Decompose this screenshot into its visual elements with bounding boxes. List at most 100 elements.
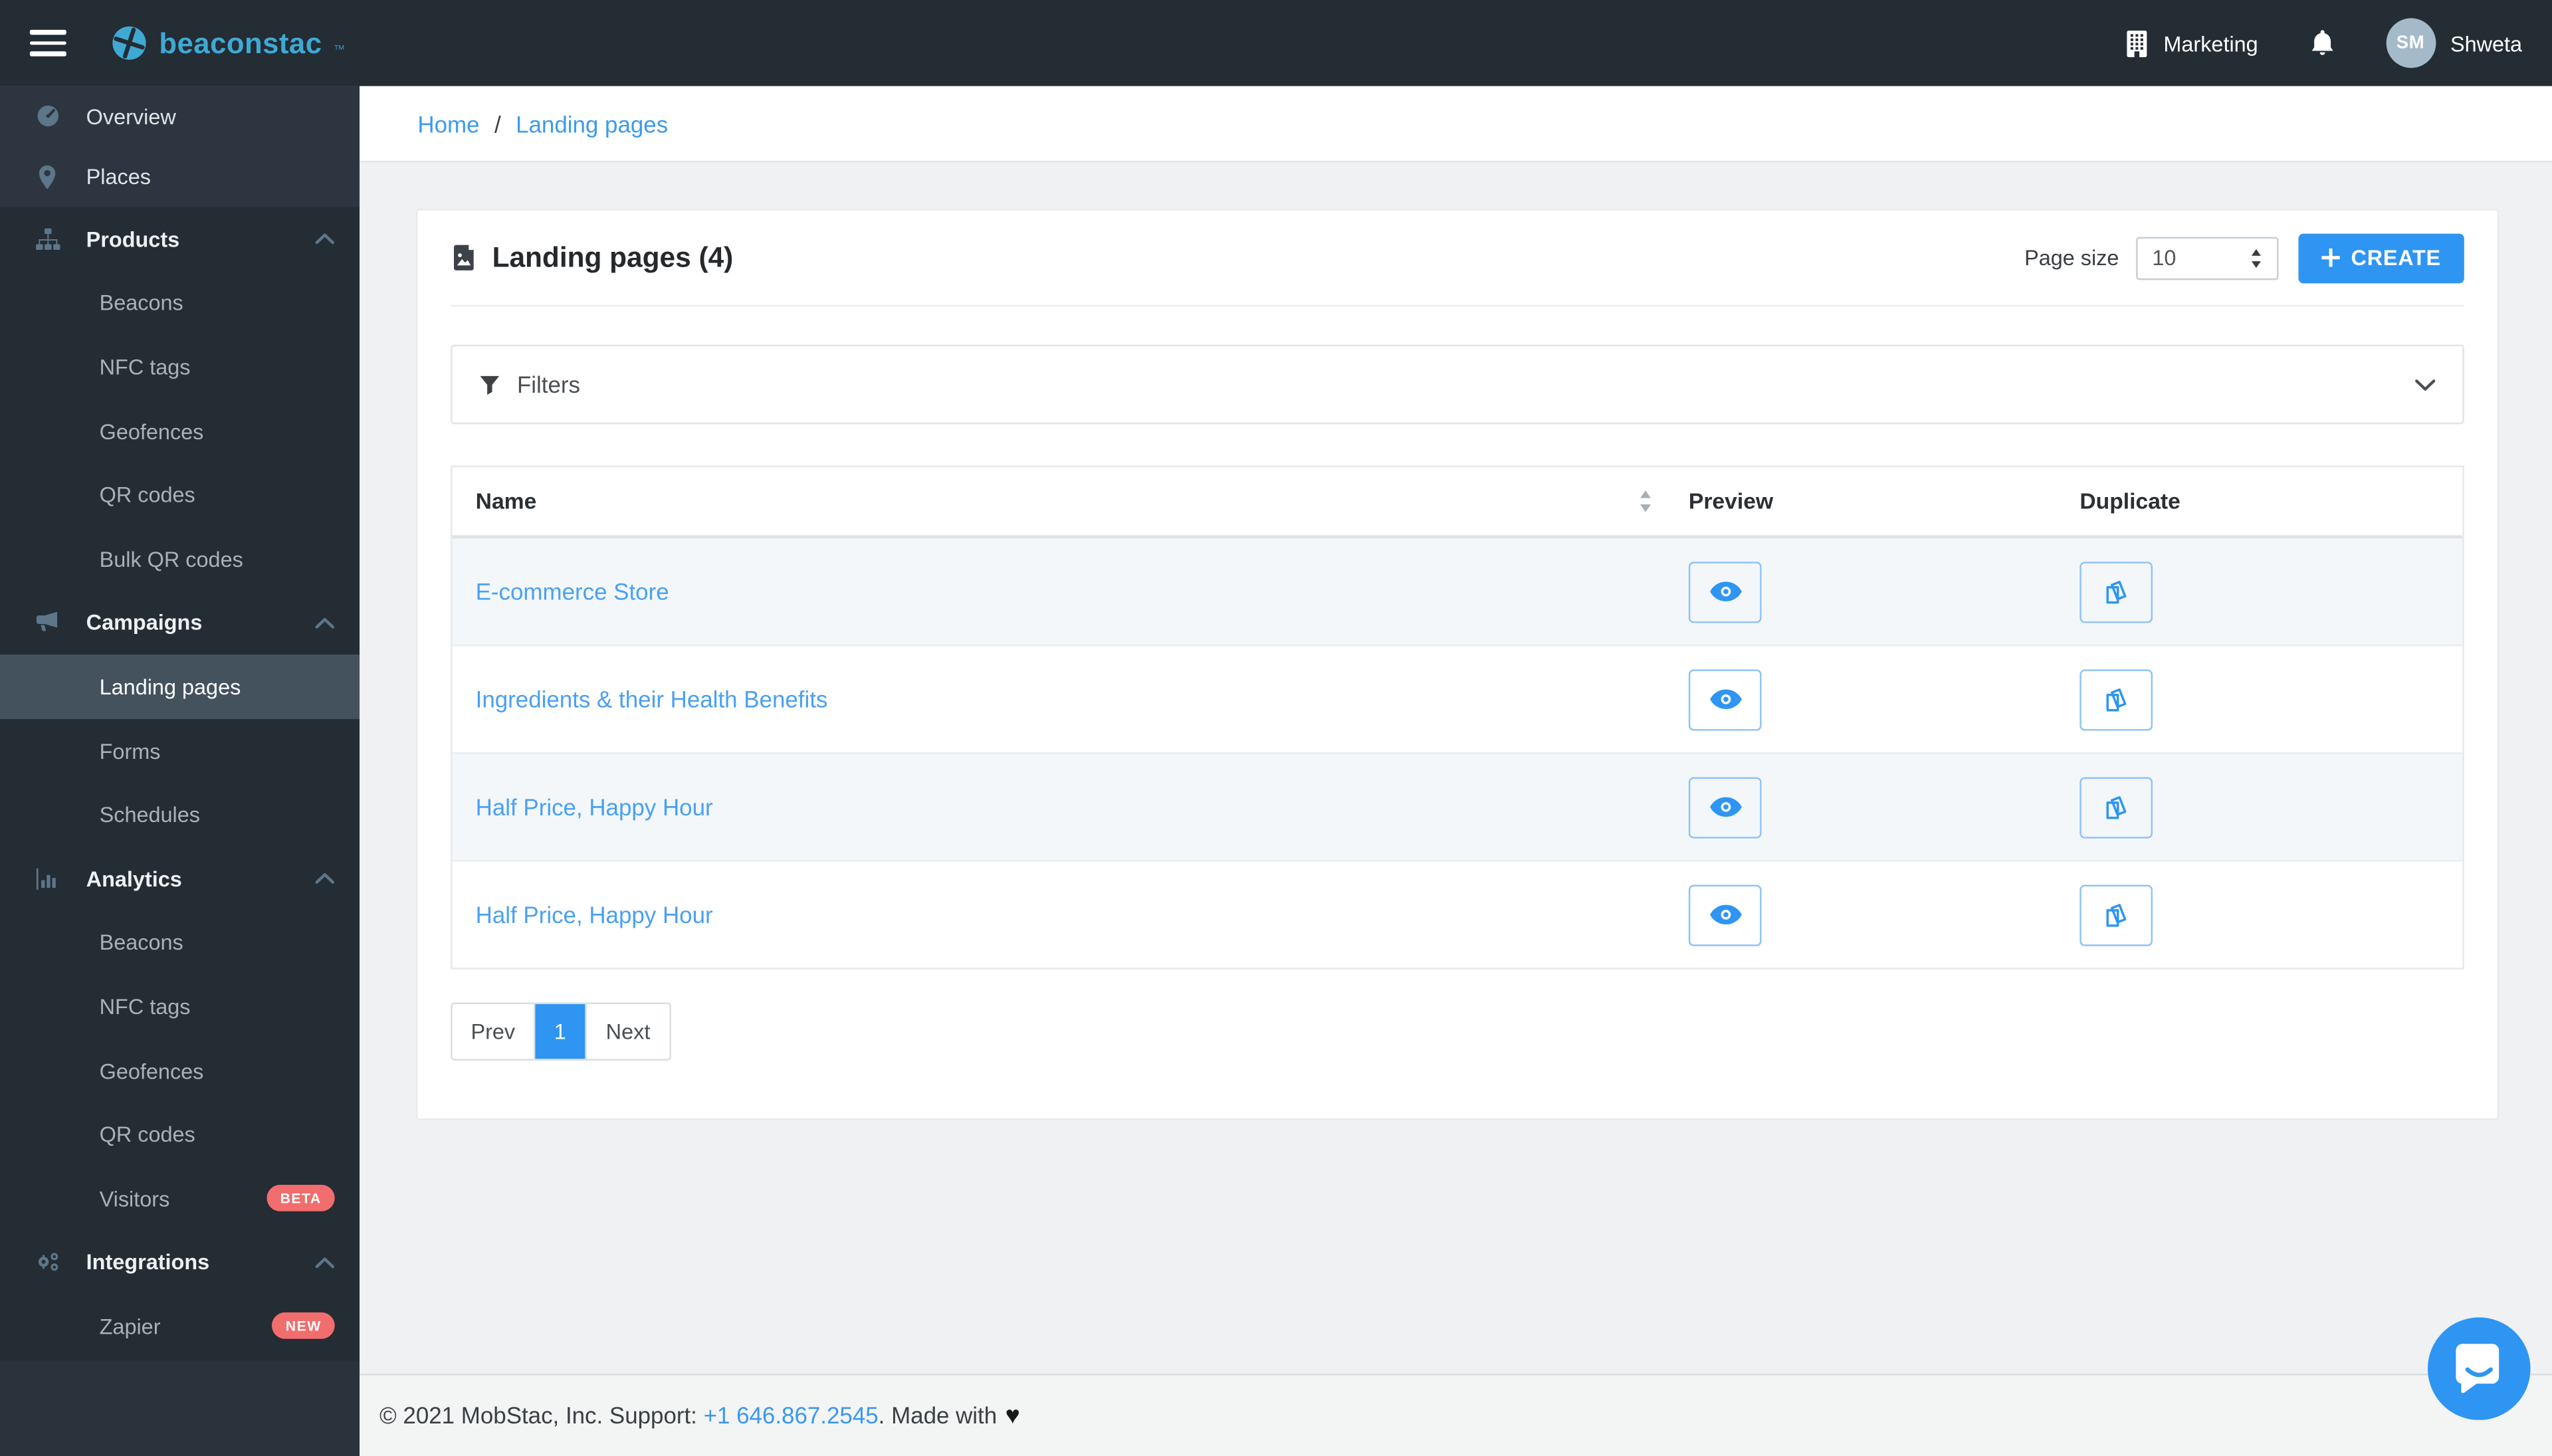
duplicate-button[interactable] xyxy=(2079,561,2153,623)
page-size-label: Page size xyxy=(2024,245,2119,270)
sidebar-top-group: Overview Places xyxy=(0,86,360,207)
sidebar-item-label: Zapier xyxy=(99,1314,161,1339)
table-row: E-commerce Store xyxy=(452,538,2463,647)
page-size-select[interactable]: 10 xyxy=(2135,236,2278,280)
sidebar-item-qr-codes[interactable]: QR codes xyxy=(0,463,360,527)
eye-icon xyxy=(1708,795,1743,819)
footer-suffix: . Made with xyxy=(878,1402,998,1429)
sidebar-item-nfc-tags[interactable]: NFC tags xyxy=(0,335,360,399)
landing-page-link[interactable]: Half Price, Happy Hour xyxy=(476,901,713,928)
menu-icon[interactable] xyxy=(29,29,66,56)
landing-page-link[interactable]: Half Price, Happy Hour xyxy=(476,793,713,820)
copy-icon xyxy=(2101,792,2131,822)
create-button-label: CREATE xyxy=(2351,245,2441,270)
top-bar: beaconstac ™ Marketing SM Shweta xyxy=(0,0,2552,86)
bar-chart-icon xyxy=(33,866,61,890)
sidebar-item-analytics-beacons[interactable]: Beacons xyxy=(0,910,360,974)
support-phone-link[interactable]: +1 646.867.2545 xyxy=(704,1402,879,1429)
sidebar-item-label: Geofences xyxy=(99,1058,204,1083)
sidebar-item-overview[interactable]: Overview xyxy=(0,86,360,147)
dashboard-icon xyxy=(33,103,61,130)
card-header: Landing pages (4) Page size 10 CREATE xyxy=(451,211,2464,307)
create-button[interactable]: CREATE xyxy=(2297,233,2464,283)
page-title: Landing pages (4) xyxy=(451,241,733,274)
page-content: Landing pages (4) Page size 10 CREATE Fi… xyxy=(360,162,2552,1373)
sidebar-item-label: Beacons xyxy=(99,930,183,956)
sidebar-item-analytics-geofences[interactable]: Geofences xyxy=(0,1039,360,1102)
sidebar-section-products[interactable]: Products xyxy=(0,207,360,271)
eye-icon xyxy=(1708,903,1743,926)
sidebar-item-landing-pages[interactable]: Landing pages xyxy=(0,655,360,719)
sidebar-item-schedules[interactable]: Schedules xyxy=(0,783,360,847)
sidebar-item-label: NFC tags xyxy=(99,354,191,379)
sidebar-section-label: Products xyxy=(86,227,180,252)
sidebar-item-bulk-qr-codes[interactable]: Bulk QR codes xyxy=(0,527,360,591)
sidebar-section-analytics[interactable]: Analytics xyxy=(0,847,360,910)
user-menu[interactable]: SM Shweta xyxy=(2385,18,2523,68)
breadcrumb-separator: / xyxy=(494,110,501,137)
chevron-up-icon xyxy=(315,1256,335,1269)
notifications-button[interactable] xyxy=(2308,28,2336,58)
pagination-page-1[interactable]: 1 xyxy=(535,1004,587,1059)
preview-button[interactable] xyxy=(1688,884,1762,946)
preview-button[interactable] xyxy=(1688,561,1762,623)
preview-button[interactable] xyxy=(1688,776,1762,838)
image-file-icon xyxy=(451,244,478,272)
sidebar-item-forms[interactable]: Forms xyxy=(0,719,360,783)
landing-pages-card: Landing pages (4) Page size 10 CREATE Fi… xyxy=(415,209,2499,1120)
organization-label: Marketing xyxy=(2163,31,2258,56)
sidebar: Overview Places Products Beacons NFC tag… xyxy=(0,86,360,1456)
table-row: Ingredients & their Health Benefits xyxy=(452,646,2463,754)
pagination-next-button[interactable]: Next xyxy=(586,1004,670,1059)
chat-launcher-button[interactable] xyxy=(2427,1317,2531,1420)
app-window: beaconstac ™ Marketing SM Shweta Overvie… xyxy=(0,0,2552,1456)
building-icon xyxy=(2124,29,2149,57)
bell-icon xyxy=(2308,28,2336,58)
funnel-icon xyxy=(479,373,500,395)
stepper-icon xyxy=(2250,248,2261,268)
pagination-prev-button[interactable]: Prev xyxy=(452,1004,536,1059)
table-row: Half Price, Happy Hour xyxy=(452,861,2463,968)
preview-button[interactable] xyxy=(1688,669,1762,730)
page-size-value: 10 xyxy=(2152,245,2177,270)
sidebar-section-integrations[interactable]: Integrations xyxy=(0,1230,360,1294)
column-header-preview: Preview xyxy=(1688,488,1774,514)
sidebar-item-analytics-qr-codes[interactable]: QR codes xyxy=(0,1102,360,1166)
breadcrumb-landing-pages-link[interactable]: Landing pages xyxy=(516,110,668,137)
sidebar-section-label: Integrations xyxy=(86,1249,210,1275)
page-title-text: Landing pages (4) xyxy=(492,241,734,273)
landing-pages-table: Name Preview Duplicate E-commerce Store xyxy=(451,465,2464,970)
column-header-name: Name xyxy=(475,488,537,514)
sidebar-item-label: Places xyxy=(86,164,151,189)
landing-page-link[interactable]: E-commerce Store xyxy=(476,578,669,605)
breadcrumb-home-link[interactable]: Home xyxy=(417,110,479,137)
sidebar-footer-panel xyxy=(0,1360,360,1456)
sidebar-item-beacons[interactable]: Beacons xyxy=(0,271,360,335)
organization-switcher[interactable]: Marketing xyxy=(2124,29,2258,57)
user-name: Shweta xyxy=(2450,31,2523,56)
sort-icon[interactable] xyxy=(1639,490,1652,512)
table-row: Half Price, Happy Hour xyxy=(452,754,2463,862)
chevron-down-icon xyxy=(2414,377,2436,391)
copy-icon xyxy=(2101,577,2131,607)
sidebar-item-places[interactable]: Places xyxy=(0,147,360,207)
duplicate-button[interactable] xyxy=(2079,669,2153,730)
sidebar-item-geofences[interactable]: Geofences xyxy=(0,399,360,463)
megaphone-icon xyxy=(33,611,61,635)
duplicate-button[interactable] xyxy=(2079,776,2153,838)
sidebar-item-visitors[interactable]: Visitors BETA xyxy=(0,1166,360,1230)
sidebar-item-label: Bulk QR codes xyxy=(99,546,243,572)
heart-icon: ♥ xyxy=(1005,1401,1020,1429)
duplicate-button[interactable] xyxy=(2079,884,2153,946)
sidebar-item-zapier[interactable]: Zapier NEW xyxy=(0,1295,360,1358)
new-badge: NEW xyxy=(272,1312,335,1340)
landing-page-link[interactable]: Ingredients & their Health Benefits xyxy=(476,686,828,712)
main-area: Home / Landing pages Landing pages (4) P… xyxy=(360,86,2552,1456)
sidebar-item-label: Forms xyxy=(99,738,161,764)
chevron-up-icon xyxy=(315,616,335,629)
sidebar-item-analytics-nfc-tags[interactable]: NFC tags xyxy=(0,974,360,1038)
brand-logo[interactable]: beaconstac ™ xyxy=(111,25,345,61)
eye-icon xyxy=(1708,688,1743,711)
filters-bar[interactable]: Filters xyxy=(451,344,2464,425)
sidebar-section-campaigns[interactable]: Campaigns xyxy=(0,591,360,655)
